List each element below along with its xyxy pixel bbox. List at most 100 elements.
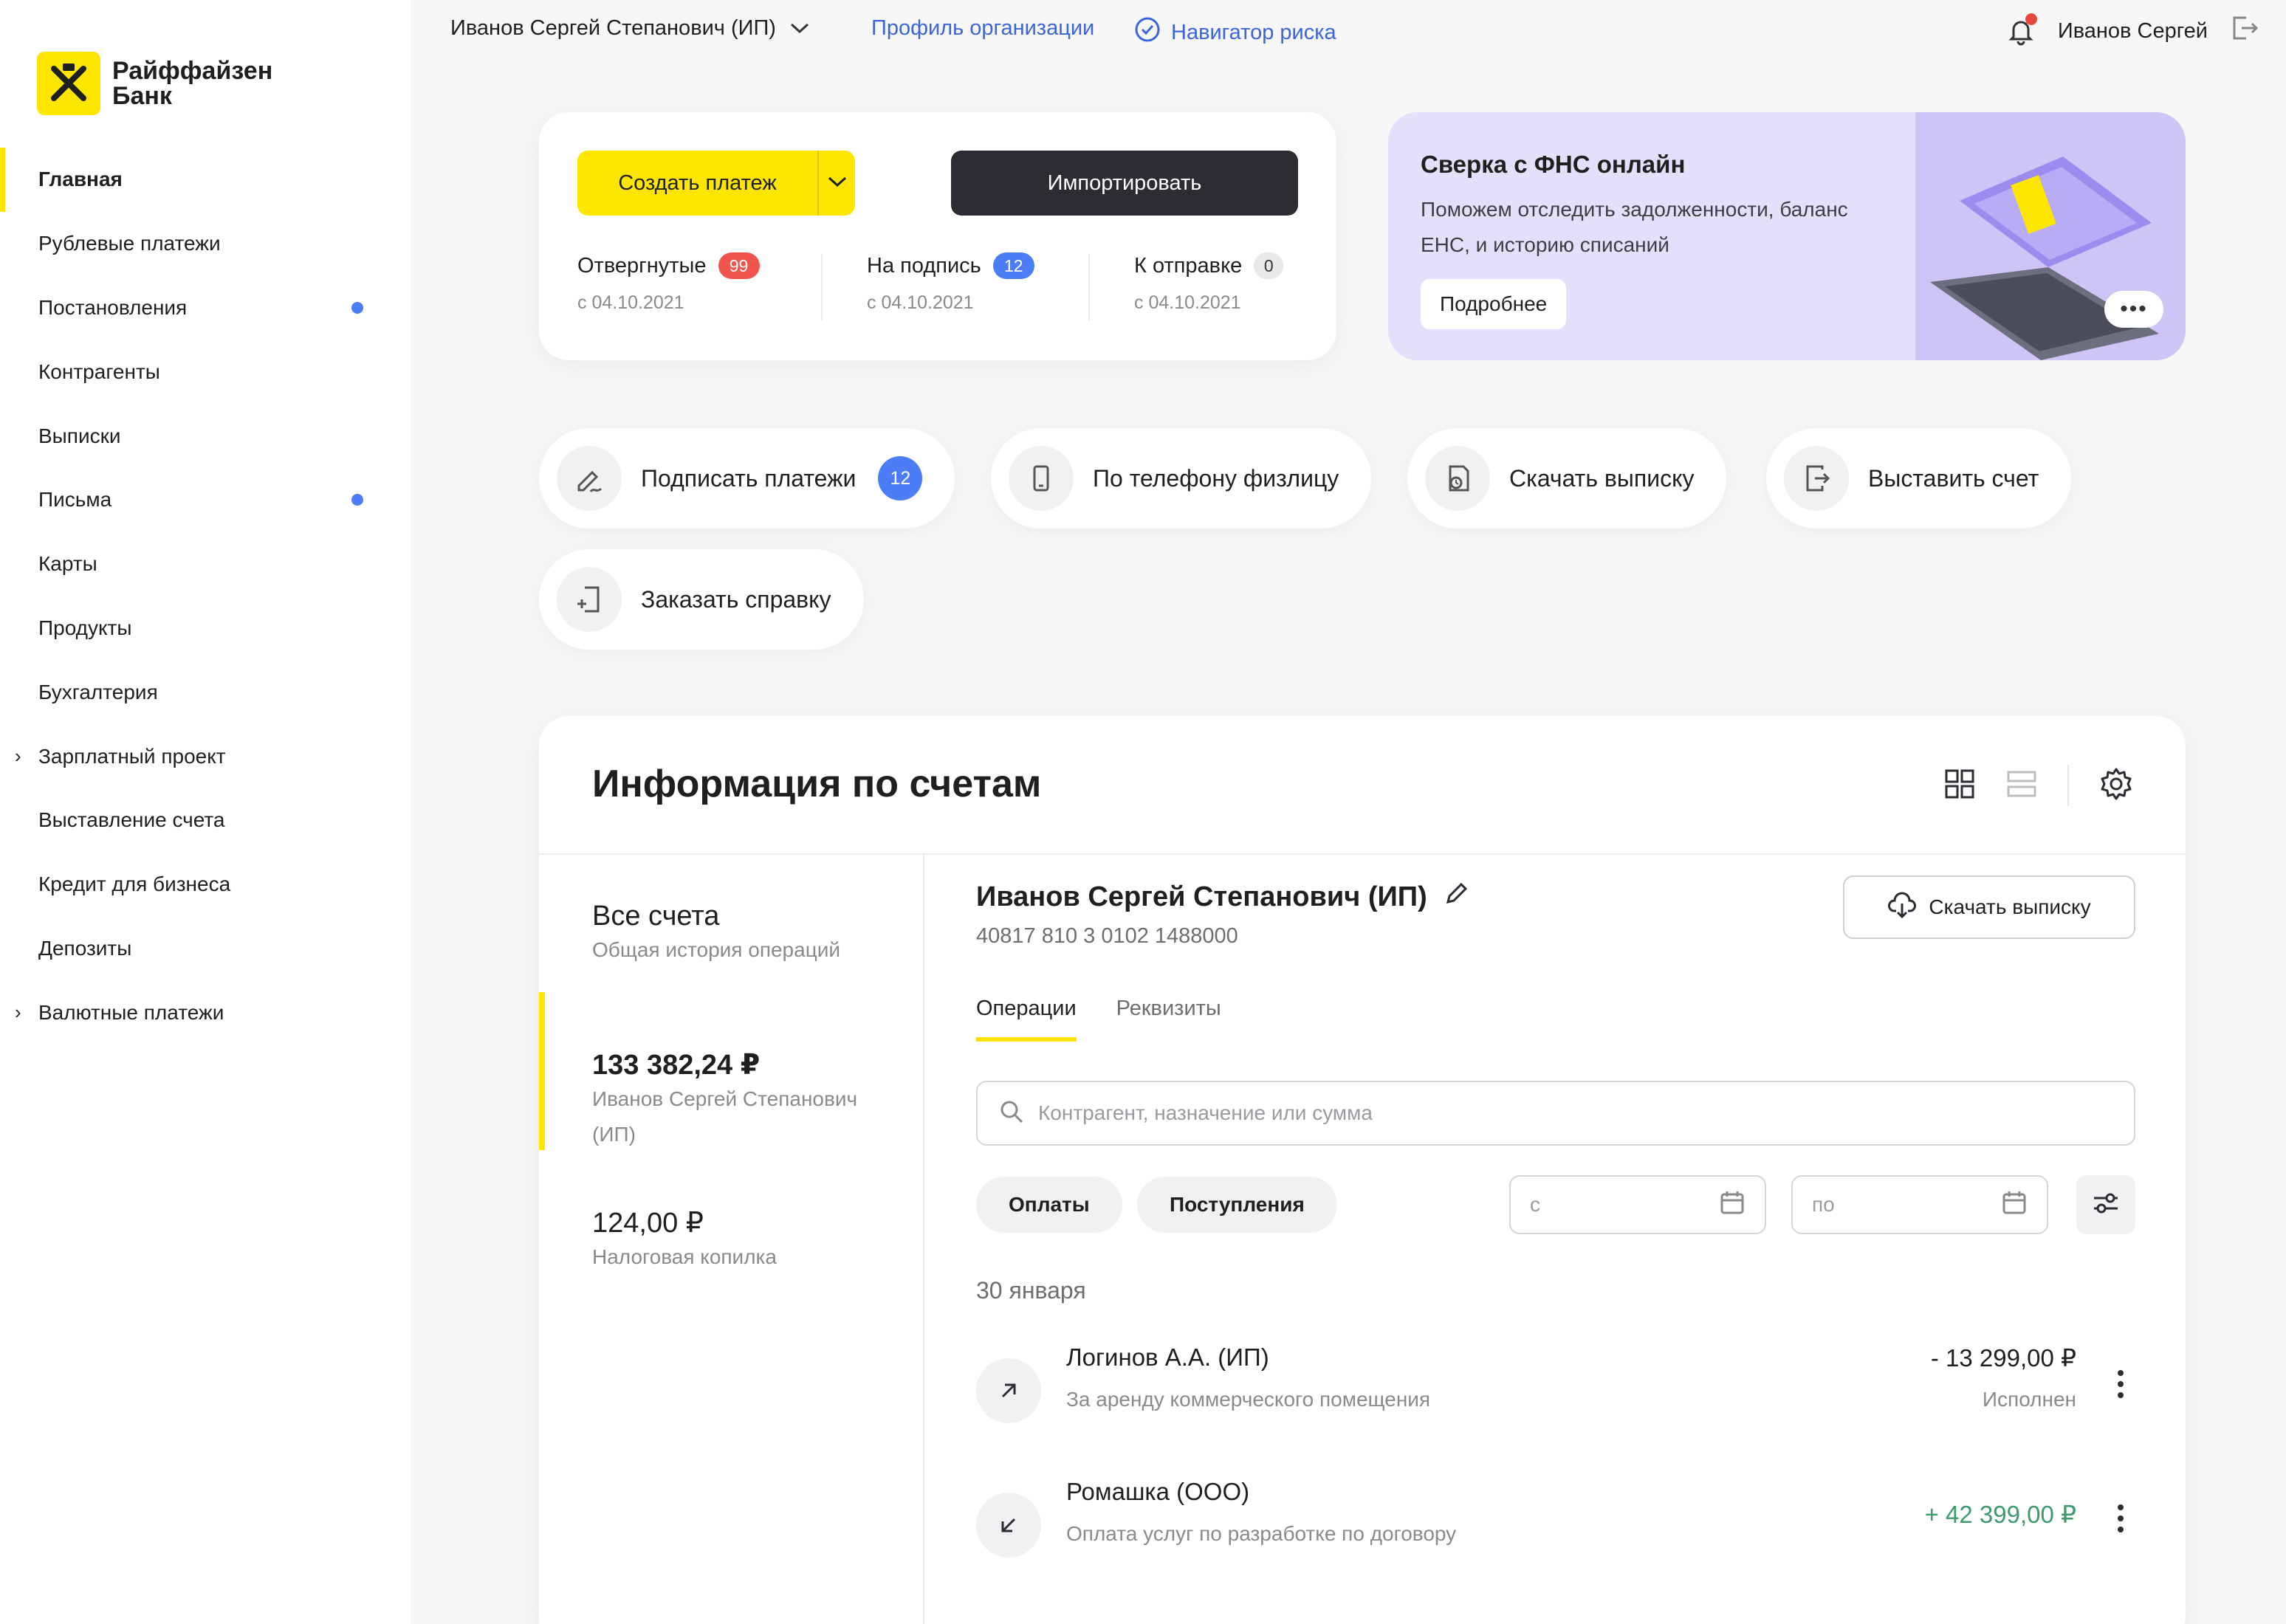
notifications-button[interactable]: [2006, 13, 2037, 46]
org-profile-label: Профиль организации: [871, 16, 1095, 40]
account-tax[interactable]: 124,00 ₽ Налоговая копилка: [592, 1206, 777, 1275]
notification-dot: [351, 494, 363, 506]
promo-options-button[interactable]: •••: [2104, 291, 2163, 328]
account-all[interactable]: Все счета Общая история операций: [592, 901, 840, 968]
download-statement-label: Скачать выписку: [1929, 895, 2091, 918]
bank-name-line1: Райффайзен: [112, 57, 273, 85]
gear-icon[interactable]: [2098, 766, 2134, 805]
bank-logo[interactable]: Райффайзен Банк: [37, 52, 272, 115]
quick-action-sign-payments[interactable]: Подписать платежи 12: [539, 428, 955, 529]
operation-description: За аренду коммерческого помещения: [1066, 1388, 1431, 1411]
operation-counterparty: Ромашка (ООО): [1066, 1478, 1250, 1505]
operation-counterparty: Логинов А.А. (ИП): [1066, 1343, 1269, 1371]
org-profile-link[interactable]: Профиль организации: [871, 16, 1094, 41]
date-to-placeholder: по: [1812, 1193, 1835, 1216]
document-add-icon: [557, 567, 622, 632]
count-badge: 99: [718, 252, 760, 279]
promo-title: Сверка с ФНС онлайн: [1421, 151, 1686, 178]
tab-requisites[interactable]: Реквизиты: [1116, 997, 1221, 1042]
top-bar: Иванов Сергей Степанович (ИП) Профиль ор…: [411, 0, 2286, 62]
sidebar-item-salary-project[interactable]: › Зарплатный проект: [0, 724, 411, 788]
sidebar-item-label: Зарплатный проект: [38, 744, 226, 768]
sidebar-item-rub-payments[interactable]: Рублевые платежи: [0, 212, 411, 276]
arrow-incoming-icon: [976, 1493, 1041, 1558]
date-to-field[interactable]: по: [1791, 1175, 2048, 1234]
selected-indicator: [539, 992, 545, 1150]
operation-row[interactable]: Логинов А.А. (ИП) За аренду коммерческог…: [976, 1343, 2135, 1454]
divider: [539, 853, 2186, 855]
cloud-download-icon: [1887, 890, 1917, 925]
pencil-icon[interactable]: [1444, 880, 1470, 914]
calendar-icon: [1719, 1189, 1746, 1221]
chevron-down-icon: [789, 16, 810, 41]
create-payment-split-button: Создать платеж: [577, 151, 855, 216]
tab-operations[interactable]: Операции: [976, 997, 1077, 1042]
org-switcher[interactable]: Иванов Сергей Степанович (ИП): [450, 16, 810, 41]
sidebar-item-counterparties[interactable]: Контрагенты: [0, 340, 411, 404]
operation-description: Оплата услуг по разработке по договору: [1066, 1522, 1457, 1545]
import-button[interactable]: Импортировать: [951, 151, 1298, 216]
account-name: Иванов Сергей Степанович (ИП): [592, 1087, 858, 1146]
filter-chip-payments[interactable]: Оплаты: [976, 1177, 1122, 1233]
quick-action-label: Заказать справку: [641, 585, 831, 613]
pen-signature-icon: [557, 446, 622, 511]
create-payment-dropdown-button[interactable]: [819, 151, 855, 216]
quick-action-order-certificate[interactable]: Заказать справку: [539, 549, 864, 650]
quick-action-phone-transfer[interactable]: По телефону физлицу: [991, 428, 1372, 529]
chevron-right-icon: ›: [15, 745, 21, 768]
sidebar-item-label: Выставление счета: [38, 808, 225, 832]
risk-navigator-label: Навигатор риска: [1171, 20, 1336, 44]
bell-icon: [2006, 21, 2036, 51]
count-badge: 12: [878, 456, 923, 500]
risk-navigator-link[interactable]: Навигатор риска: [1134, 16, 1336, 49]
create-payment-button[interactable]: Создать платеж: [577, 151, 817, 216]
search-icon: [998, 1098, 1025, 1129]
phone-icon: [1009, 446, 1074, 511]
document-clock-icon: [1425, 446, 1490, 511]
sidebar: Райффайзен Банк Главная Рублевые платежи…: [0, 0, 411, 1624]
download-statement-button[interactable]: Скачать выписку: [1843, 875, 2135, 939]
bank-name-line2: Банк: [112, 82, 172, 110]
filter-settings-button[interactable]: [2076, 1175, 2135, 1234]
kebab-menu-icon[interactable]: [2112, 1370, 2129, 1398]
stat-to-send[interactable]: К отправке 0 с 04.10.2021: [1134, 252, 1284, 314]
sidebar-item-products[interactable]: Продукты: [0, 596, 411, 661]
promo-button-label: Подробнее: [1440, 292, 1548, 315]
stat-to-sign[interactable]: На подпись 12 с 04.10.2021: [867, 252, 1034, 314]
account-balance: 133 382,24 ₽: [592, 1050, 761, 1081]
grid-view-icon[interactable]: [1943, 768, 1976, 804]
count-badge: 12: [992, 252, 1034, 279]
quick-action-issue-invoice[interactable]: Выставить счет: [1766, 428, 2072, 529]
kebab-menu-icon[interactable]: [2112, 1504, 2129, 1532]
create-payment-label: Создать платеж: [618, 171, 777, 195]
sidebar-item-resolutions[interactable]: Постановления: [0, 276, 411, 340]
calendar-icon: [2001, 1189, 2028, 1221]
sidebar-item-label: Валютные платежи: [38, 1000, 224, 1024]
sidebar-item-letters[interactable]: Письма: [0, 468, 411, 532]
promo-more-button[interactable]: Подробнее: [1421, 279, 1567, 329]
sidebar-item-invoicing[interactable]: Выставление счета: [0, 788, 411, 853]
sidebar-item-home[interactable]: Главная: [0, 148, 411, 212]
logout-icon[interactable]: [2230, 13, 2259, 49]
sidebar-item-deposits[interactable]: Депозиты: [0, 917, 411, 981]
account-main[interactable]: 133 382,24 ₽ Иванов Сергей Степанович (И…: [592, 1048, 902, 1152]
sidebar-item-currency-payments[interactable]: › Валютные платежи: [0, 980, 411, 1045]
sidebar-item-statements[interactable]: Выписки: [0, 404, 411, 468]
sidebar-item-label: Рублевые платежи: [38, 232, 221, 255]
sidebar-item-accounting[interactable]: Бухгалтерия: [0, 660, 411, 724]
chevron-down-icon: [827, 175, 848, 192]
stat-rejected[interactable]: Отвергнутые 99 с 04.10.2021: [577, 252, 760, 314]
filter-chip-incoming[interactable]: Поступления: [1137, 1177, 1337, 1233]
account-subtitle: Общая история операций: [592, 938, 841, 961]
quick-action-download-statement[interactable]: Скачать выписку: [1407, 428, 1727, 529]
list-view-icon[interactable]: [2005, 768, 2038, 804]
search-input[interactable]: [1038, 1101, 2072, 1125]
operation-row[interactable]: Ромашка (ООО) Оплата услуг по разработке…: [976, 1478, 2135, 1589]
user-name[interactable]: Иванов Сергей: [2058, 19, 2208, 44]
sidebar-item-cards[interactable]: Карты: [0, 532, 411, 596]
sidebar-item-label: Бухгалтерия: [38, 680, 158, 703]
chip-label: Оплаты: [1009, 1193, 1090, 1216]
sidebar-item-business-credit[interactable]: Кредит для бизнеса: [0, 853, 411, 917]
account-number: 40817 810 3 0102 1488000: [976, 924, 1238, 948]
date-from-field[interactable]: с: [1509, 1175, 1766, 1234]
